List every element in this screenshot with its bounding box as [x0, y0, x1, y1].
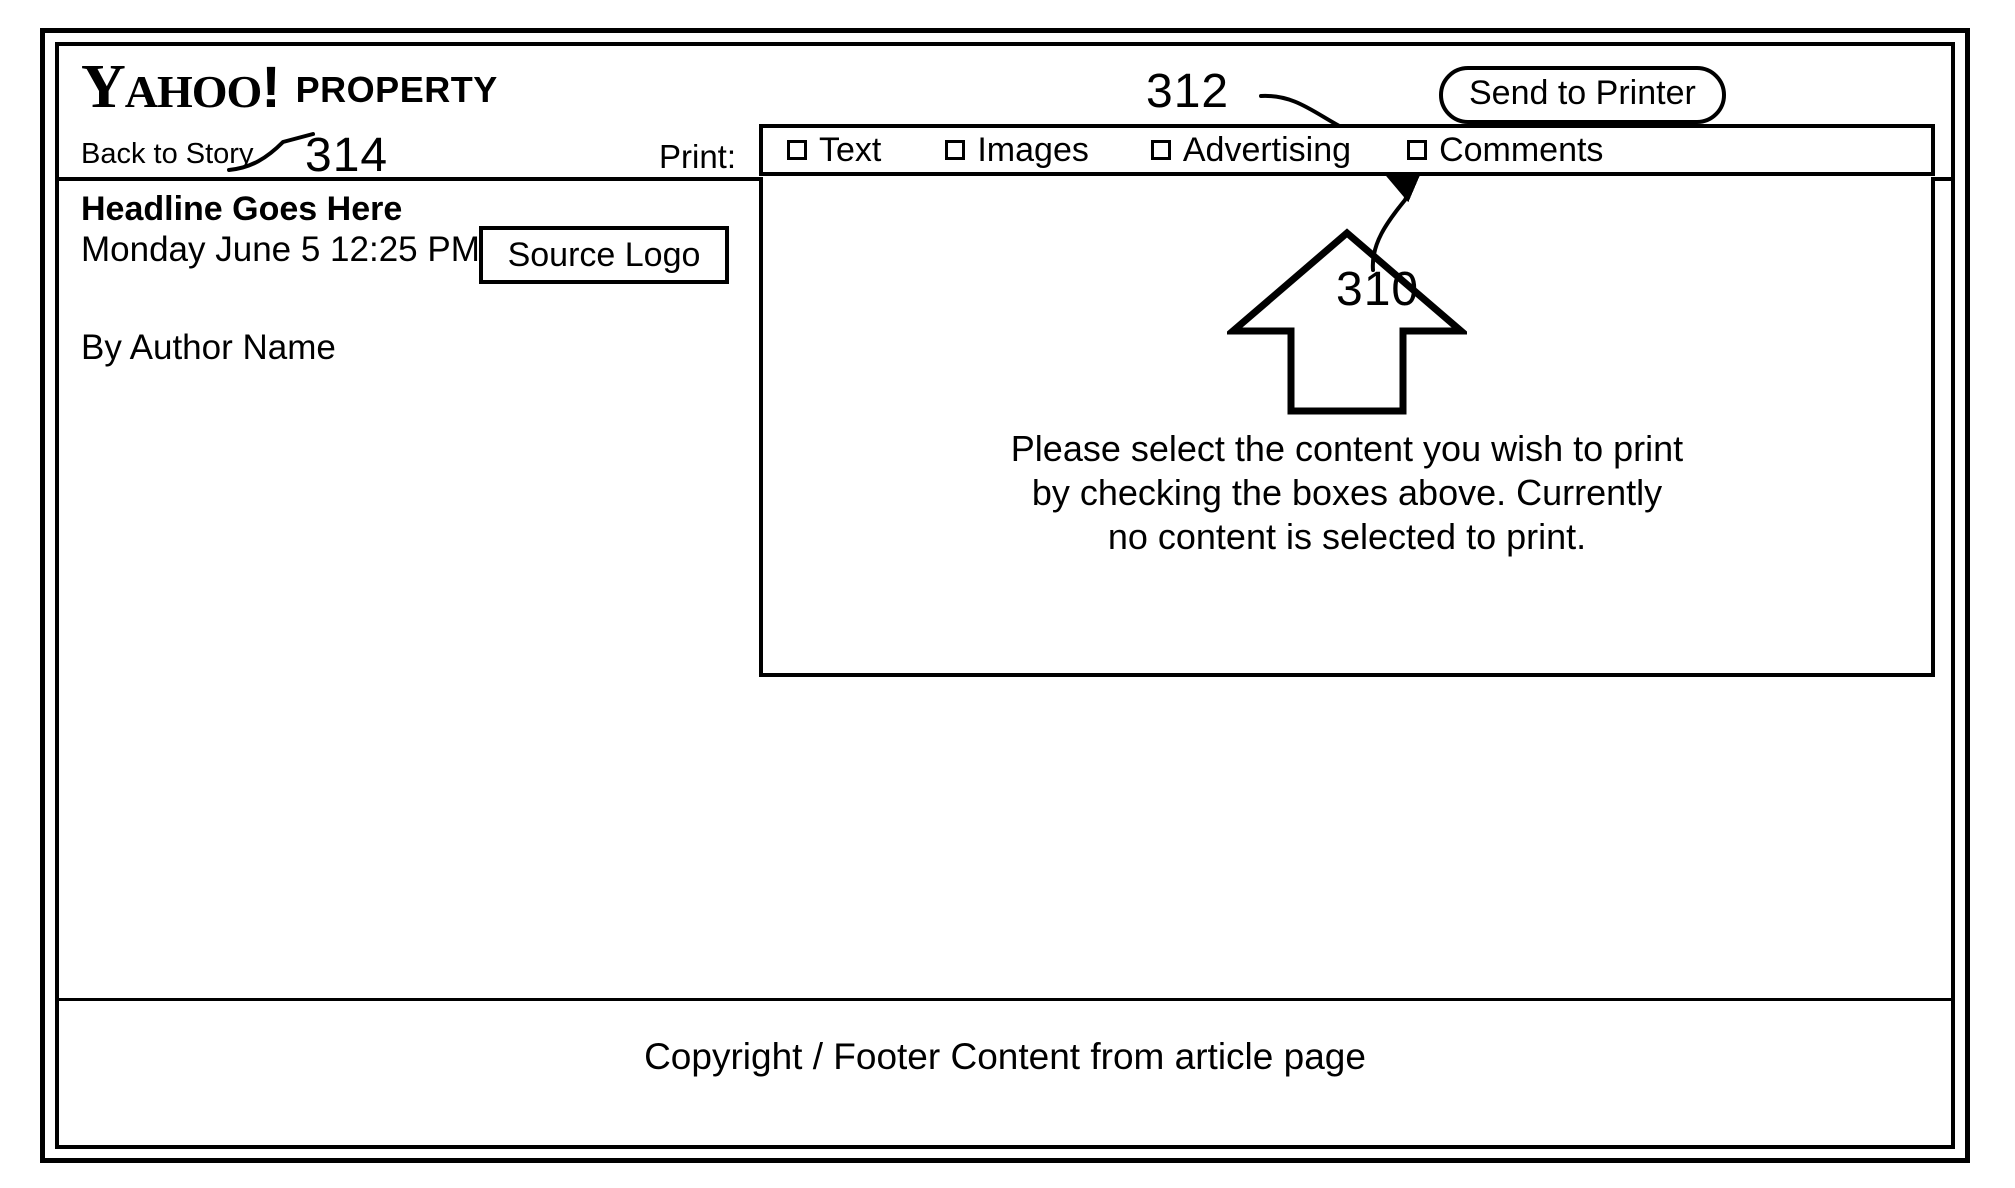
- checkbox-comments-icon[interactable]: [1407, 140, 1428, 160]
- checkbox-advertising-icon[interactable]: [1150, 140, 1171, 160]
- checkbox-images-icon[interactable]: [945, 140, 966, 160]
- print-option-advertising[interactable]: Advertising: [1150, 130, 1352, 170]
- reference-numeral-312: 312: [1146, 65, 1230, 118]
- print-option-comments[interactable]: Comments: [1407, 131, 1603, 170]
- send-to-printer-button[interactable]: Send to Printer: [1439, 66, 1726, 124]
- reference-numeral-310: 310: [1336, 263, 1420, 316]
- print-option-text[interactable]: Text: [787, 131, 881, 170]
- article-dateline: Monday June 5 12:25 PM ET: [81, 230, 535, 269]
- yahoo-logo[interactable]: YAHOO!: [81, 55, 281, 120]
- empty-message-line-1: Please select the content you wish to pr…: [1010, 428, 1684, 469]
- print-option-images[interactable]: Images: [945, 131, 1089, 170]
- print-preview-panel: Please select the content you wish to pr…: [759, 177, 1935, 677]
- print-option-advertising-label: Advertising: [1182, 130, 1352, 169]
- logo-letters-ahoo: AHOO: [124, 66, 263, 117]
- logo-letter-y: Y: [81, 53, 126, 121]
- reference-numeral-314: 314: [305, 129, 389, 182]
- footer-text: Copyright / Footer Content from article …: [644, 1036, 1366, 1077]
- print-options-bar: Text Images Advertising Comments: [759, 124, 1935, 176]
- article-headline: Headline Goes Here: [81, 190, 403, 228]
- print-option-text-label: Text: [819, 130, 882, 169]
- footer-divider: [59, 998, 1951, 1001]
- empty-selection-message: Please select the content you wish to pr…: [763, 427, 1931, 559]
- print-preview-page: YAHOO! PROPERTY Back to Story 314 312 Se…: [59, 46, 1951, 1145]
- back-to-story-link[interactable]: Back to Story: [81, 138, 253, 171]
- article-byline: By Author Name: [81, 328, 336, 367]
- masthead: YAHOO! PROPERTY: [81, 55, 498, 120]
- print-option-comments-label: Comments: [1439, 130, 1604, 169]
- empty-message-line-3: no content is selected to print.: [1107, 515, 1587, 557]
- logo-exclamation: !: [261, 55, 280, 120]
- patent-figure-canvas: YAHOO! PROPERTY Back to Story 314 312 Se…: [0, 0, 2015, 1188]
- print-label: Print:: [659, 138, 737, 175]
- print-option-images-label: Images: [977, 130, 1089, 169]
- checkbox-text-icon[interactable]: [787, 140, 807, 160]
- property-label: PROPERTY: [295, 68, 498, 110]
- empty-message-line-2: by checking the boxes above. Currently: [1031, 471, 1663, 513]
- source-logo-placeholder: Source Logo: [479, 226, 729, 284]
- up-arrow-icon: [1227, 228, 1467, 415]
